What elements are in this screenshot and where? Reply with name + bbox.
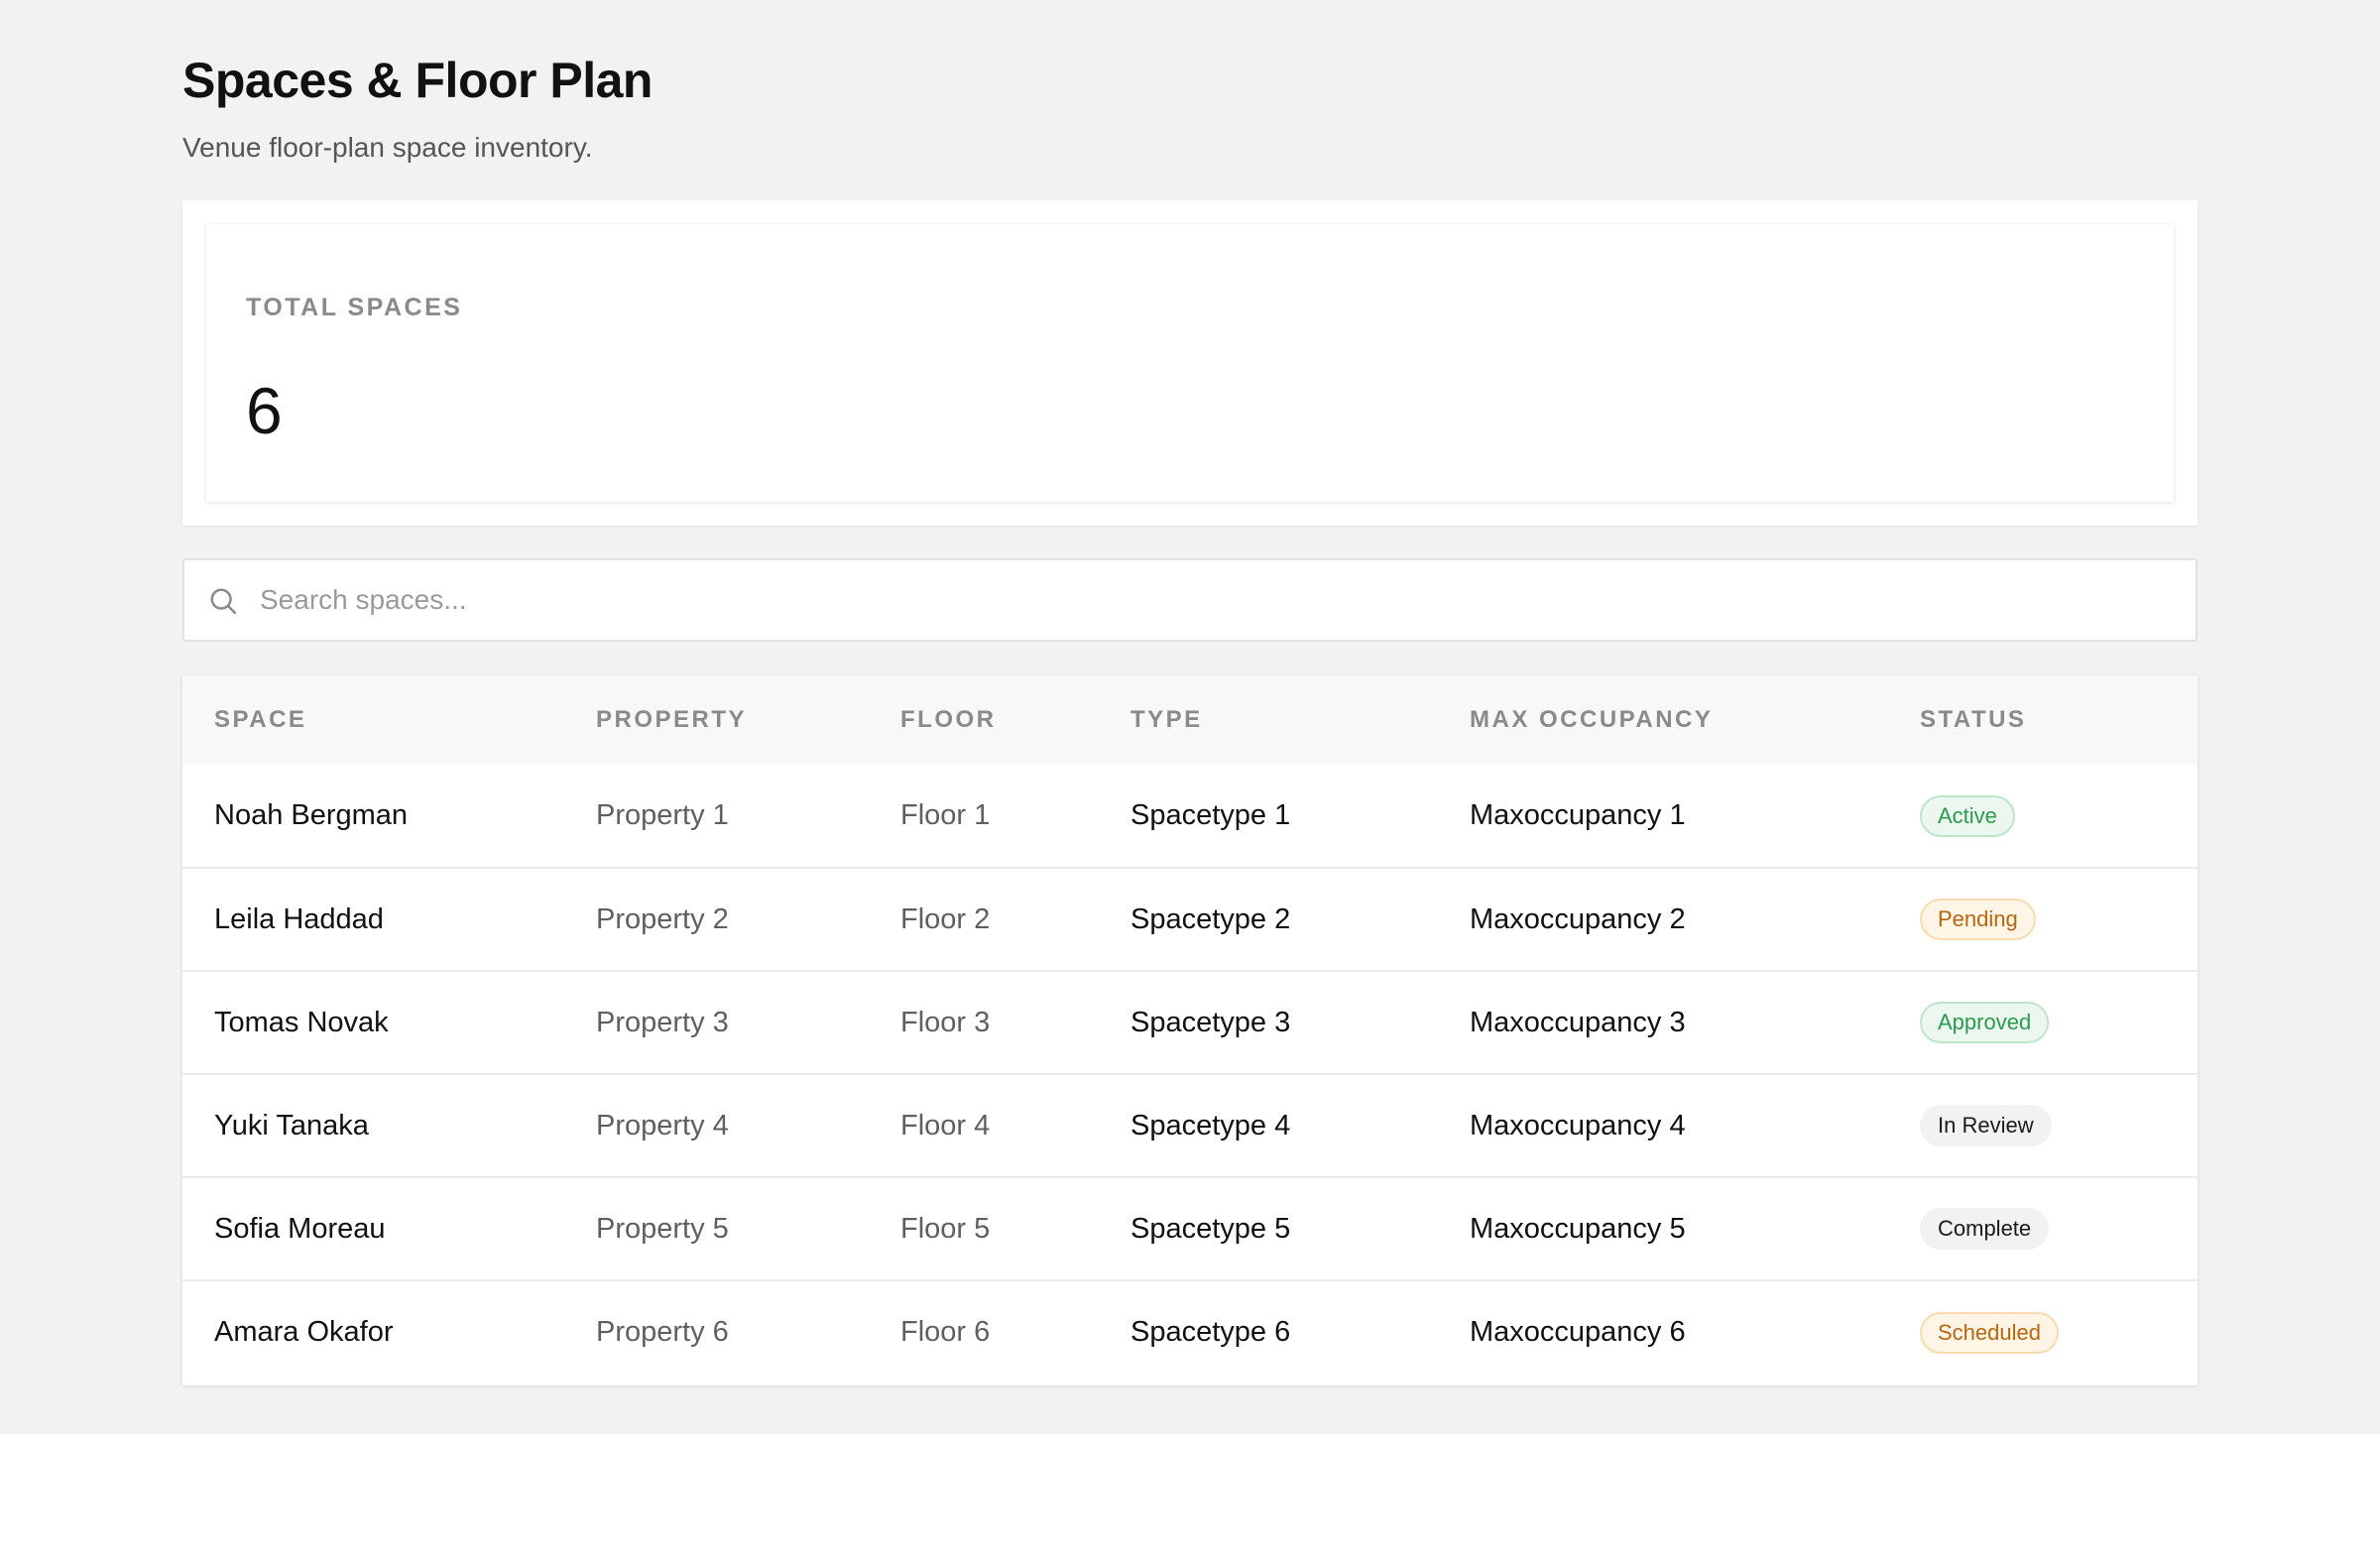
cell-type: Spacetype 2 — [1130, 902, 1291, 935]
status-badge: Complete — [1920, 1208, 2050, 1250]
table-row[interactable]: Leila Haddad Property 2 Floor 2 Spacetyp… — [182, 868, 2198, 971]
cell-max-occupancy: Maxoccupancy 5 — [1470, 1212, 1686, 1245]
cell-floor: Floor 4 — [900, 1109, 991, 1142]
cell-type: Spacetype 6 — [1130, 1316, 1291, 1348]
status-badge: Pending — [1920, 899, 2036, 940]
cell-floor: Floor 2 — [900, 902, 991, 935]
table-row[interactable]: Sofia Moreau Property 5 Floor 5 Spacetyp… — [182, 1177, 2198, 1280]
column-header-floor[interactable]: FLOOR — [869, 675, 1099, 765]
column-header-type[interactable]: TYPE — [1099, 675, 1438, 765]
cell-floor: Floor 1 — [900, 799, 991, 831]
cell-max-occupancy: Maxoccupancy 1 — [1470, 799, 1686, 831]
cell-space: Amara Okafor — [214, 1316, 394, 1348]
search-bar[interactable] — [182, 558, 2198, 642]
cell-status: Pending — [1888, 868, 2198, 971]
cell-floor: Floor 3 — [900, 1006, 991, 1038]
cell-property: Property 5 — [596, 1212, 729, 1245]
cell-space: Tomas Novak — [214, 1006, 389, 1038]
cell-status: In Review — [1888, 1074, 2198, 1177]
cell-property: Property 2 — [596, 902, 729, 935]
cell-space: Sofia Moreau — [214, 1212, 386, 1245]
table-row[interactable]: Amara Okafor Property 6 Floor 6 Spacetyp… — [182, 1280, 2198, 1383]
cell-space: Leila Haddad — [214, 902, 384, 935]
column-header-status[interactable]: STATUS — [1888, 675, 2198, 765]
cell-floor: Floor 5 — [900, 1212, 991, 1245]
spaces-table: SPACE PROPERTY FLOOR TYPE MAX OCCUPANCY … — [182, 675, 2198, 1385]
table-row[interactable]: Yuki Tanaka Property 4 Floor 4 Spacetype… — [182, 1074, 2198, 1177]
stat-value: 6 — [246, 374, 283, 447]
status-badge: In Review — [1920, 1105, 2052, 1146]
page-subtitle: Venue floor-plan space inventory. — [182, 132, 593, 163]
cell-space: Noah Bergman — [214, 799, 409, 831]
cell-type: Spacetype 5 — [1130, 1212, 1291, 1245]
cell-status: Approved — [1888, 971, 2198, 1074]
total-spaces-card: TOTAL SPACES 6 — [206, 224, 2174, 502]
page-title: Spaces & Floor Plan — [182, 53, 653, 108]
cell-max-occupancy: Maxoccupancy 2 — [1470, 902, 1686, 935]
status-badge: Approved — [1920, 1002, 2050, 1043]
column-header-max-occupancy[interactable]: MAX OCCUPANCY — [1438, 675, 1888, 765]
cell-property: Property 4 — [596, 1109, 729, 1142]
status-badge: Active — [1920, 794, 2015, 837]
search-icon — [210, 588, 237, 615]
cell-type: Spacetype 1 — [1130, 799, 1291, 831]
stat-label: TOTAL SPACES — [246, 294, 463, 321]
cell-max-occupancy: Maxoccupancy 4 — [1470, 1109, 1686, 1142]
column-header-property[interactable]: PROPERTY — [564, 675, 869, 765]
table-row[interactable]: Noah Bergman Property 1 Floor 1 Spacetyp… — [182, 765, 2198, 868]
table-row[interactable]: Tomas Novak Property 3 Floor 3 Spacetype… — [182, 971, 2198, 1074]
status-badge: Scheduled — [1920, 1311, 2059, 1354]
cell-property: Property 1 — [596, 799, 729, 831]
column-header-space[interactable]: SPACE — [182, 675, 564, 765]
cell-property: Property 6 — [596, 1316, 729, 1348]
cell-max-occupancy: Maxoccupancy 3 — [1470, 1006, 1686, 1038]
cell-type: Spacetype 3 — [1130, 1006, 1291, 1038]
table-header-row: SPACE PROPERTY FLOOR TYPE MAX OCCUPANCY … — [182, 675, 2198, 765]
cell-property: Property 3 — [596, 1006, 729, 1038]
cell-status: Complete — [1888, 1177, 2198, 1280]
cell-status: Scheduled — [1888, 1280, 2198, 1383]
search-input[interactable] — [260, 560, 2184, 640]
cell-type: Spacetype 4 — [1130, 1109, 1291, 1142]
cell-floor: Floor 6 — [900, 1316, 991, 1348]
cell-max-occupancy: Maxoccupancy 6 — [1470, 1316, 1686, 1348]
cell-space: Yuki Tanaka — [214, 1109, 369, 1142]
stats-panel: TOTAL SPACES 6 — [182, 200, 2198, 526]
cell-status: Active — [1888, 765, 2198, 868]
